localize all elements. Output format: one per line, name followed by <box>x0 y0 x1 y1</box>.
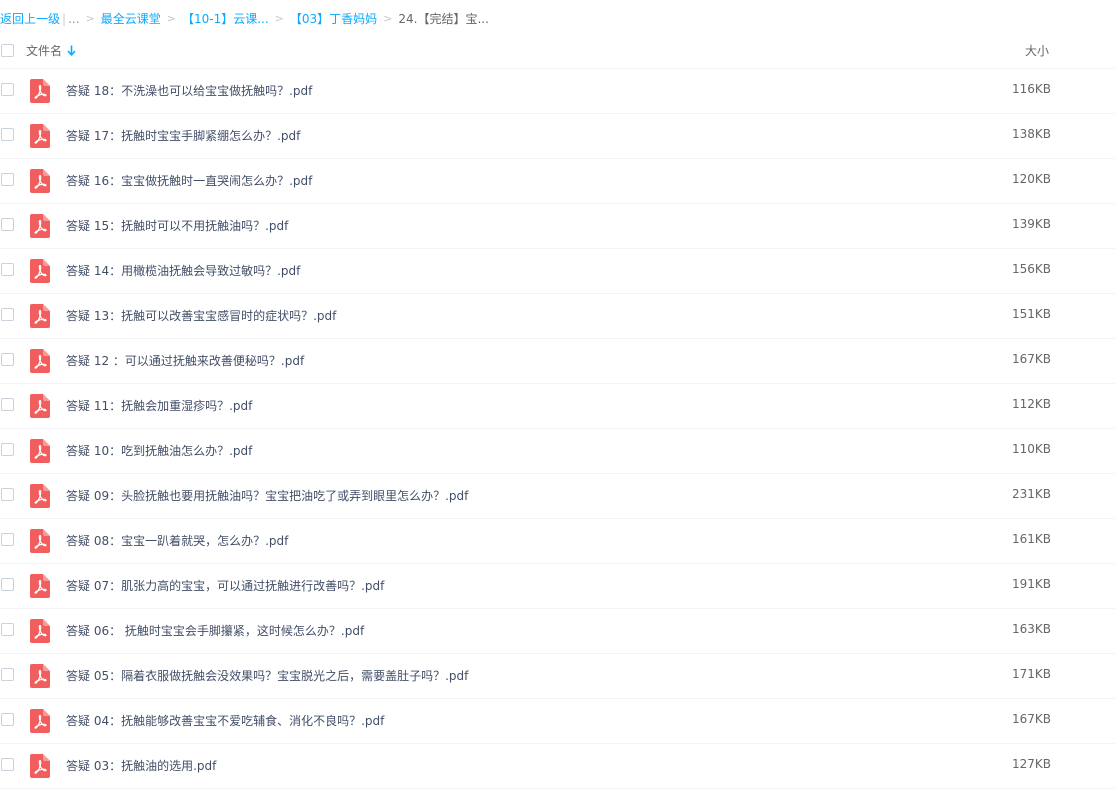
file-size: 171KB <box>1012 667 1052 681</box>
row-checkbox[interactable] <box>1 308 14 321</box>
pdf-file-icon <box>30 439 50 463</box>
file-name-link[interactable]: 答疑 16：宝宝做抚触时一直哭闹怎么办？.pdf <box>66 172 312 189</box>
chevron-right-icon: > <box>274 12 284 25</box>
file-size: 156KB <box>1012 262 1052 276</box>
row-checkbox[interactable] <box>1 758 14 771</box>
file-name-link[interactable]: 答疑 14：用橄榄油抚触会导致过敏吗？.pdf <box>66 262 300 279</box>
breadcrumb-ellipsis[interactable]: ... <box>68 10 79 28</box>
row-checkbox[interactable] <box>1 218 14 231</box>
column-header-name[interactable]: 文件名 <box>26 42 76 59</box>
pdf-file-icon <box>30 169 50 193</box>
file-row[interactable]: 答疑 08：宝宝一趴着就哭，怎么办？.pdf 161KB <box>0 519 1115 564</box>
file-size: 110KB <box>1012 442 1052 456</box>
file-row[interactable]: 答疑 11：抚触会加重湿疹吗？.pdf 112KB <box>0 384 1115 429</box>
back-up-link[interactable]: 返回上一级 <box>0 10 60 28</box>
file-row[interactable]: 答疑 10：吃到抚触油怎么办？.pdf 110KB <box>0 429 1115 474</box>
pdf-file-icon <box>30 664 50 688</box>
file-size: 112KB <box>1012 397 1052 411</box>
sort-down-arrow-icon[interactable] <box>67 45 76 56</box>
row-checkbox[interactable] <box>1 443 14 456</box>
pdf-file-icon <box>30 394 50 418</box>
column-header-size[interactable]: 大小 <box>1025 42 1049 59</box>
file-size: 167KB <box>1012 352 1052 366</box>
pdf-file-icon <box>30 124 50 148</box>
pdf-file-icon <box>30 349 50 373</box>
file-row[interactable]: 答疑 04：抚触能够改善宝宝不爱吃辅食、消化不良吗？.pdf 167KB <box>0 699 1115 744</box>
pdf-file-icon <box>30 709 50 733</box>
file-row[interactable]: 答疑 17：抚触时宝宝手脚紧绷怎么办？.pdf 138KB <box>0 114 1115 159</box>
pdf-file-icon <box>30 304 50 328</box>
file-size: 139KB <box>1012 217 1052 231</box>
row-checkbox[interactable] <box>1 353 14 366</box>
pdf-file-icon <box>30 79 50 103</box>
row-checkbox[interactable] <box>1 83 14 96</box>
file-name-link[interactable]: 答疑 04：抚触能够改善宝宝不爱吃辅食、消化不良吗？.pdf <box>66 712 384 729</box>
row-checkbox[interactable] <box>1 263 14 276</box>
file-name-link[interactable]: 答疑 11：抚触会加重湿疹吗？.pdf <box>66 397 252 414</box>
chevron-right-icon: > <box>166 12 176 25</box>
chevron-right-icon: > <box>383 12 393 25</box>
row-checkbox[interactable] <box>1 533 14 546</box>
row-checkbox[interactable] <box>1 488 14 501</box>
file-name-link[interactable]: 答疑 09：头脸抚触也要用抚触油吗？宝宝把油吃了或弄到眼里怎么办？.pdf <box>66 487 468 504</box>
select-all-checkbox[interactable] <box>1 44 14 57</box>
chevron-right-icon: > <box>85 12 95 25</box>
pdf-file-icon <box>30 529 50 553</box>
file-row[interactable]: 答疑 15：抚触时可以不用抚触油吗？.pdf 139KB <box>0 204 1115 249</box>
column-header-name-label: 文件名 <box>26 44 63 58</box>
file-name-link[interactable]: 答疑 12 ：可以通过抚触来改善便秘吗？.pdf <box>66 352 304 369</box>
file-row[interactable]: 答疑 12 ：可以通过抚触来改善便秘吗？.pdf 167KB <box>0 339 1115 384</box>
pdf-file-icon <box>30 574 50 598</box>
file-size: 163KB <box>1012 622 1052 636</box>
file-size: 116KB <box>1012 82 1052 96</box>
file-name-link[interactable]: 答疑 10：吃到抚触油怎么办？.pdf <box>66 442 252 459</box>
file-name-link[interactable]: 答疑 03：抚触油的选用.pdf <box>66 757 216 774</box>
row-checkbox[interactable] <box>1 713 14 726</box>
file-row[interactable]: 答疑 06： 抚触时宝宝会手脚攥紧，这时候怎么办？.pdf 163KB <box>0 609 1115 654</box>
row-checkbox[interactable] <box>1 623 14 636</box>
file-size: 167KB <box>1012 712 1052 726</box>
file-size: 138KB <box>1012 127 1052 141</box>
file-row[interactable]: 答疑 09：头脸抚触也要用抚触油吗？宝宝把油吃了或弄到眼里怎么办？.pdf 23… <box>0 474 1115 519</box>
file-name-link[interactable]: 答疑 08：宝宝一趴着就哭，怎么办？.pdf <box>66 532 288 549</box>
row-checkbox[interactable] <box>1 128 14 141</box>
pdf-file-icon <box>30 259 50 283</box>
file-size: 231KB <box>1012 487 1052 501</box>
file-name-link[interactable]: 答疑 13：抚触可以改善宝宝感冒时的症状吗？.pdf <box>66 307 336 324</box>
file-size: 191KB <box>1012 577 1052 591</box>
file-row[interactable]: 答疑 07：肌张力高的宝宝，可以通过抚触进行改善吗？.pdf 191KB <box>0 564 1115 609</box>
file-row[interactable]: 答疑 05：隔着衣服做抚触会没效果吗？宝宝脱光之后，需要盖肚子吗？.pdf 17… <box>0 654 1115 699</box>
row-checkbox[interactable] <box>1 398 14 411</box>
breadcrumb-item[interactable]: 【03】丁香妈妈 <box>290 10 377 28</box>
breadcrumb-item[interactable]: 最全云课堂 <box>101 10 161 28</box>
file-list-header: 文件名 大小 <box>0 35 1115 69</box>
row-checkbox[interactable] <box>1 668 14 681</box>
file-row[interactable]: 答疑 03：抚触油的选用.pdf 127KB <box>0 744 1115 789</box>
breadcrumb-item[interactable]: 【10-1】云课... <box>182 10 269 28</box>
file-size: 120KB <box>1012 172 1052 186</box>
pdf-file-icon <box>30 484 50 508</box>
file-name-link[interactable]: 答疑 06： 抚触时宝宝会手脚攥紧，这时候怎么办？.pdf <box>66 622 364 639</box>
file-name-link[interactable]: 答疑 07：肌张力高的宝宝，可以通过抚触进行改善吗？.pdf <box>66 577 384 594</box>
file-row[interactable]: 答疑 18：不洗澡也可以给宝宝做抚触吗？.pdf 116KB <box>0 69 1115 114</box>
file-list: 答疑 18：不洗澡也可以给宝宝做抚触吗？.pdf 116KB 答疑 17：抚触时… <box>0 69 1115 789</box>
pdf-file-icon <box>30 619 50 643</box>
breadcrumb-current: 24.【完结】宝... <box>398 12 489 26</box>
row-checkbox[interactable] <box>1 173 14 186</box>
file-name-link[interactable]: 答疑 15：抚触时可以不用抚触油吗？.pdf <box>66 217 288 234</box>
file-size: 127KB <box>1012 757 1052 771</box>
breadcrumb: 返回上一级 | ... > 最全云课堂 > 【10-1】云课... > 【03】… <box>0 10 489 28</box>
breadcrumb-divider: | <box>62 12 67 26</box>
pdf-file-icon <box>30 214 50 238</box>
file-size: 161KB <box>1012 532 1052 546</box>
file-row[interactable]: 答疑 14：用橄榄油抚触会导致过敏吗？.pdf 156KB <box>0 249 1115 294</box>
file-name-link[interactable]: 答疑 17：抚触时宝宝手脚紧绷怎么办？.pdf <box>66 127 300 144</box>
row-checkbox[interactable] <box>1 578 14 591</box>
file-row[interactable]: 答疑 16：宝宝做抚触时一直哭闹怎么办？.pdf 120KB <box>0 159 1115 204</box>
pdf-file-icon <box>30 754 50 778</box>
file-name-link[interactable]: 答疑 05：隔着衣服做抚触会没效果吗？宝宝脱光之后，需要盖肚子吗？.pdf <box>66 667 468 684</box>
file-row[interactable]: 答疑 13：抚触可以改善宝宝感冒时的症状吗？.pdf 151KB <box>0 294 1115 339</box>
file-size: 151KB <box>1012 307 1052 321</box>
file-name-link[interactable]: 答疑 18：不洗澡也可以给宝宝做抚触吗？.pdf <box>66 82 312 99</box>
